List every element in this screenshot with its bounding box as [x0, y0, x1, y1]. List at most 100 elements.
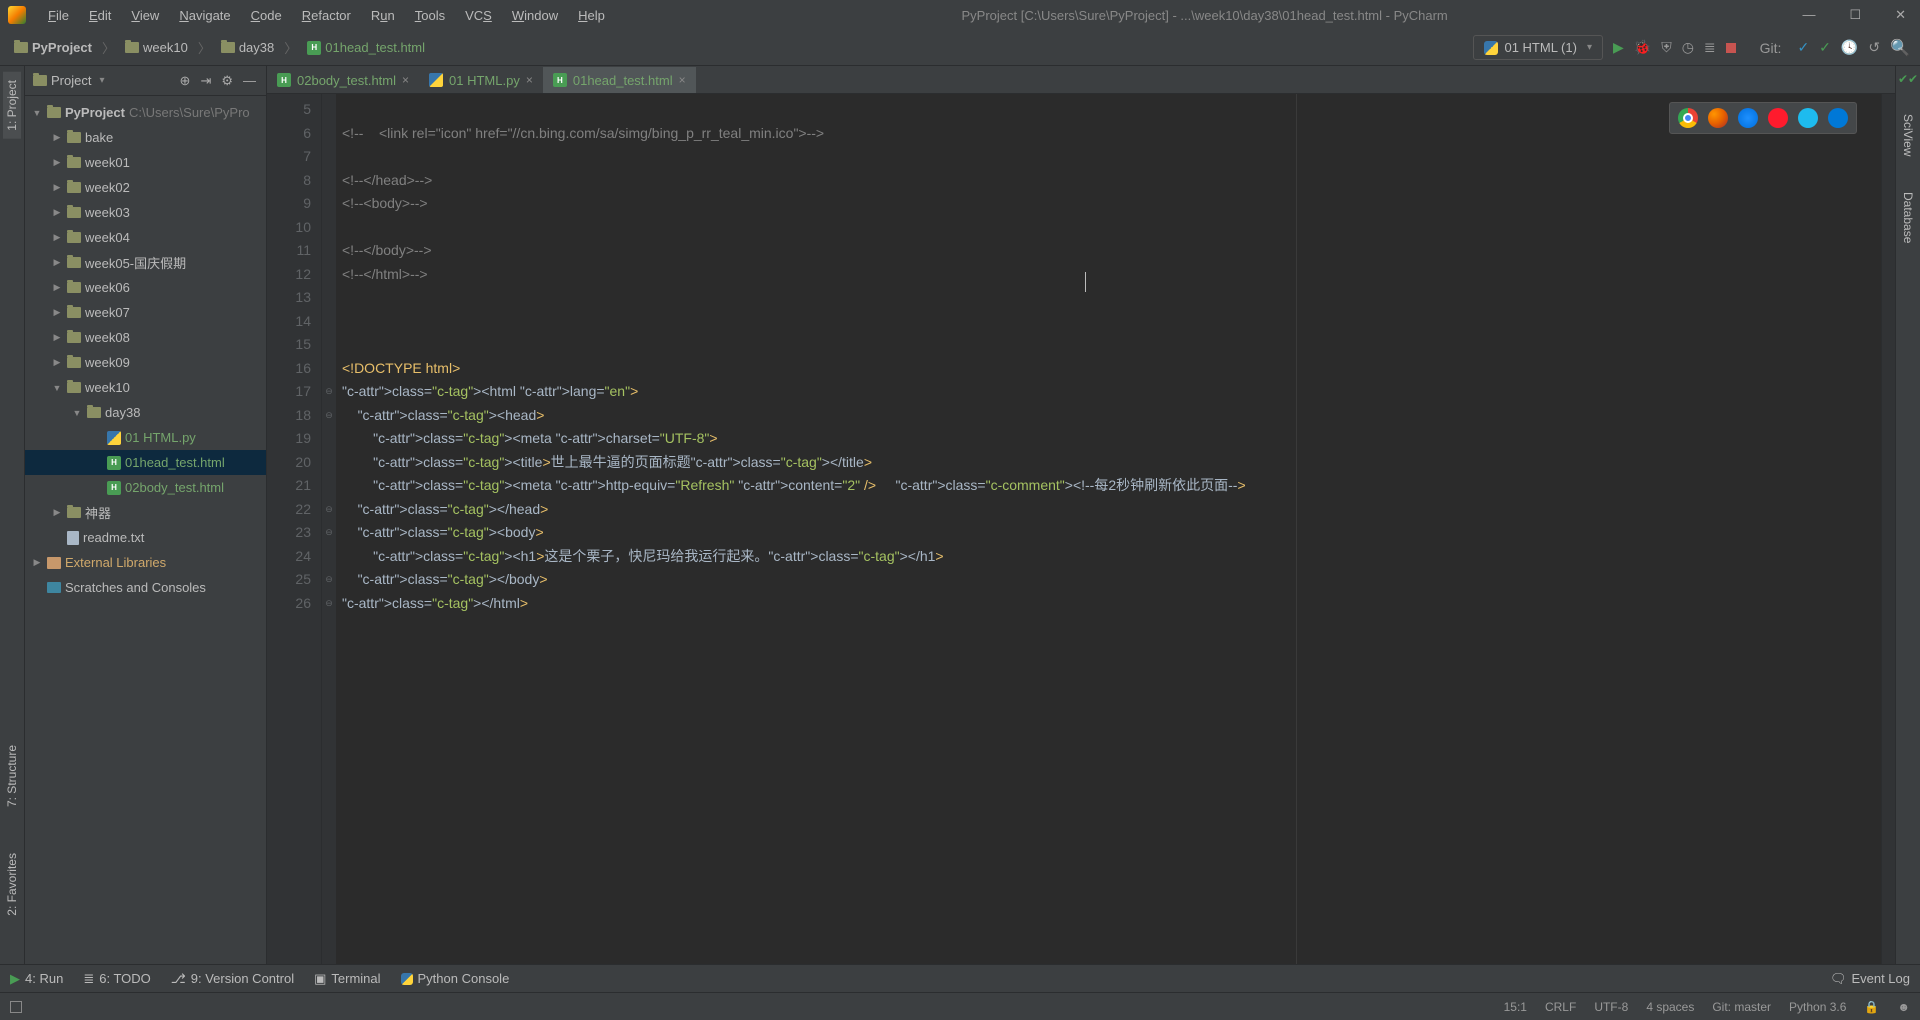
code-area[interactable]: 567891011121314151617181920212223242526 …: [267, 94, 1895, 964]
sidebar-view-label: Project: [51, 73, 91, 88]
debug-button[interactable]: 🐞: [1634, 39, 1651, 56]
error-stripe[interactable]: [1881, 94, 1895, 964]
settings-icon[interactable]: ⚙: [219, 71, 235, 91]
browser-icons-overlay: [1669, 102, 1857, 134]
tree-row[interactable]: ▶ week03: [25, 200, 266, 225]
vcs-revert-button[interactable]: ↺: [1868, 39, 1880, 56]
tree-row[interactable]: ▶ week01: [25, 150, 266, 175]
menu-view[interactable]: View: [123, 4, 167, 27]
tree-row[interactable]: ▶ bake: [25, 125, 266, 150]
editor-tabs: 02body_test.html×01 HTML.py×01head_test.…: [267, 66, 1895, 94]
status-interpreter[interactable]: Python 3.6: [1789, 1000, 1846, 1014]
tree-row[interactable]: ▶ week08: [25, 325, 266, 350]
main-menu: File Edit View Navigate Code Refactor Ru…: [40, 4, 613, 27]
ie-icon[interactable]: [1798, 108, 1818, 128]
menu-help[interactable]: Help: [570, 4, 613, 27]
tree-row[interactable]: 01head_test.html: [25, 450, 266, 475]
menu-tools[interactable]: Tools: [407, 4, 453, 27]
tree-row[interactable]: 01 HTML.py: [25, 425, 266, 450]
tree-row[interactable]: ▶ week04: [25, 225, 266, 250]
inspector-face-icon[interactable]: ☻: [1897, 1000, 1910, 1014]
tool-tab-database[interactable]: Database: [1899, 184, 1917, 251]
minimize-button[interactable]: —: [1796, 5, 1821, 25]
tab-close-icon[interactable]: ×: [402, 73, 409, 87]
breadcrumb-root[interactable]: PyProject: [10, 38, 96, 57]
status-encoding[interactable]: UTF-8: [1594, 1000, 1628, 1014]
maximize-button[interactable]: ☐: [1843, 5, 1867, 25]
tool-tab-favorites[interactable]: 2: Favorites: [3, 845, 21, 924]
tree-row[interactable]: ▶ 神器: [25, 500, 266, 525]
vcs-history-button[interactable]: 🕓: [1841, 39, 1858, 56]
tool-terminal[interactable]: ▣Terminal: [314, 971, 380, 987]
tree-row[interactable]: Scratches and Consoles: [25, 575, 266, 600]
tree-row[interactable]: readme.txt: [25, 525, 266, 550]
firefox-icon[interactable]: [1708, 108, 1728, 128]
fold-column[interactable]: ⊖⊖⊖⊖⊖⊖: [322, 94, 336, 964]
search-everywhere-button[interactable]: 🔍: [1890, 38, 1910, 58]
safari-icon[interactable]: [1738, 108, 1758, 128]
tree-row[interactable]: ▶ week06: [25, 275, 266, 300]
sidebar-view-selector[interactable]: Project: [33, 73, 172, 88]
toolwindow-toggle-icon[interactable]: [10, 1001, 22, 1013]
tab-close-icon[interactable]: ×: [679, 73, 686, 87]
breadcrumb-label: 01head_test.html: [325, 40, 425, 55]
breadcrumb-file[interactable]: 01head_test.html: [303, 38, 429, 57]
hide-button[interactable]: —: [241, 71, 258, 90]
stop-button[interactable]: [1726, 40, 1736, 56]
editor-tab[interactable]: 02body_test.html×: [267, 67, 419, 93]
menu-navigate[interactable]: Navigate: [171, 4, 238, 27]
menu-refactor[interactable]: Refactor: [294, 4, 359, 27]
run-config-selector[interactable]: 01 HTML (1): [1473, 35, 1603, 60]
status-git-branch[interactable]: Git: master: [1712, 1000, 1771, 1014]
breadcrumb-day38[interactable]: day38: [217, 38, 278, 57]
tree-row[interactable]: ▶ week02: [25, 175, 266, 200]
opera-icon[interactable]: [1768, 108, 1788, 128]
run-button[interactable]: ▶: [1613, 39, 1624, 56]
tree-row[interactable]: ▼ day38: [25, 400, 266, 425]
status-caret-pos[interactable]: 15:1: [1504, 1000, 1527, 1014]
readonly-lock-icon[interactable]: 🔒: [1864, 1000, 1879, 1014]
vcs-update-button[interactable]: ✓: [1797, 39, 1809, 56]
tree-row[interactable]: 02body_test.html: [25, 475, 266, 500]
status-bar: 15:1 CRLF UTF-8 4 spaces Git: master Pyt…: [0, 992, 1920, 1020]
tool-todo[interactable]: ≣6: TODO: [83, 971, 150, 987]
tree-row[interactable]: ▶ week09: [25, 350, 266, 375]
menu-edit[interactable]: Edit: [81, 4, 119, 27]
project-tree[interactable]: ▼ PyProject C:\Users\Sure\PyPro▶ bake▶ w…: [25, 96, 266, 964]
tree-row[interactable]: ▼ week10: [25, 375, 266, 400]
concurrency-button[interactable]: ≣: [1704, 39, 1716, 56]
coverage-button[interactable]: ⛨: [1661, 39, 1672, 56]
tree-row[interactable]: ▶ week07: [25, 300, 266, 325]
tree-row[interactable]: ▼ PyProject C:\Users\Sure\PyPro: [25, 100, 266, 125]
tool-tab-structure[interactable]: 7: Structure: [3, 737, 21, 815]
close-button[interactable]: ✕: [1889, 5, 1912, 25]
tree-row[interactable]: ▶ week05-国庆假期: [25, 250, 266, 275]
collapse-all-button[interactable]: ⇥: [198, 71, 213, 91]
menu-file[interactable]: File: [40, 4, 77, 27]
tool-vcs[interactable]: ⎇9: Version Control: [171, 971, 294, 987]
status-indent[interactable]: 4 spaces: [1646, 1000, 1694, 1014]
menu-run[interactable]: Run: [363, 4, 403, 27]
tab-close-icon[interactable]: ×: [526, 73, 533, 87]
edge-icon[interactable]: [1828, 108, 1848, 128]
editor-tab[interactable]: 01 HTML.py×: [419, 67, 543, 93]
inspection-indicator-icon[interactable]: ✔✔: [1898, 72, 1918, 86]
locate-button[interactable]: ⊕: [178, 71, 193, 91]
chrome-icon[interactable]: [1678, 108, 1698, 128]
tool-run[interactable]: ▶4: Run: [10, 971, 63, 987]
status-line-separator[interactable]: CRLF: [1545, 1000, 1576, 1014]
tool-tab-project[interactable]: 1: Project: [3, 72, 21, 139]
tool-eventlog[interactable]: 🗨Event Log: [1830, 971, 1910, 987]
profile-button[interactable]: ◷: [1682, 39, 1694, 56]
editor-tab[interactable]: 01head_test.html×: [543, 67, 696, 93]
main-area: 1: Project 7: Structure 2: Favorites Pro…: [0, 66, 1920, 964]
tree-row[interactable]: ▶ External Libraries: [25, 550, 266, 575]
menu-window[interactable]: Window: [504, 4, 566, 27]
tool-pyconsole[interactable]: Python Console: [401, 971, 510, 986]
tool-tab-sciview[interactable]: SciView: [1899, 106, 1917, 164]
menu-vcs[interactable]: VCS: [457, 4, 500, 27]
code-content[interactable]: <!-- <link rel="icon" href="//cn.bing.co…: [336, 94, 1881, 964]
menu-code[interactable]: Code: [243, 4, 290, 27]
vcs-commit-button[interactable]: ✓: [1819, 39, 1831, 56]
breadcrumb-week10[interactable]: week10: [121, 38, 192, 57]
